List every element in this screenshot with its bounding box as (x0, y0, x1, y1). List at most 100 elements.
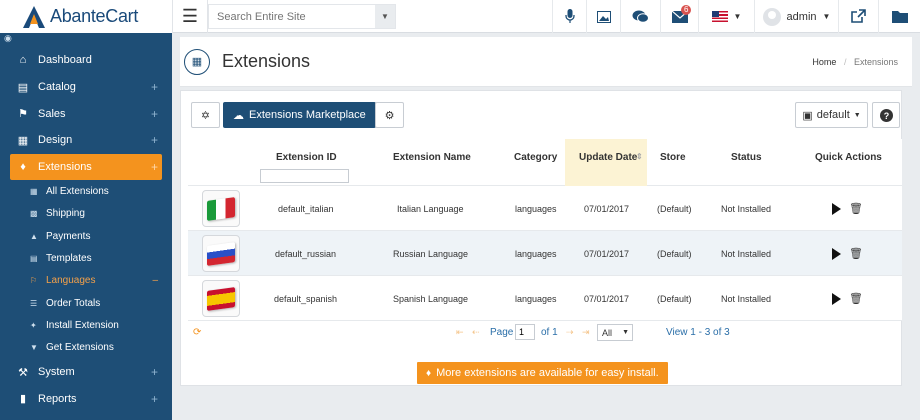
trash-icon[interactable]: 🗑 (849, 247, 863, 260)
files-button[interactable] (878, 0, 920, 33)
breadcrumb-home-link[interactable]: Home (812, 57, 836, 67)
caret-down-icon: ▼ (381, 12, 389, 21)
column-header-category[interactable]: Category (514, 152, 557, 163)
extension-id-filter-input[interactable] (260, 169, 349, 183)
sidebar-item-design[interactable]: ▦ Design + (0, 127, 172, 154)
sidebar-subitem-templates[interactable]: ▤ Templates (0, 247, 172, 269)
sidebar-subitem-shipping[interactable]: ▩ Shipping (0, 203, 172, 225)
puzzle-icon: ♦ (20, 161, 26, 174)
sidebar-subitem-install-extension[interactable]: ✦ Install Extension (0, 314, 172, 336)
hamburger-icon: ☰ (181, 6, 199, 26)
quick-actions: 🗑 (832, 186, 863, 231)
sidebar-subitem-all-extensions[interactable]: ▦ All Extensions (0, 180, 172, 202)
cta-area: ♦ More extensions are available for easy… (181, 357, 903, 387)
spanish-flag-icon (202, 280, 240, 317)
column-header-extension-name[interactable]: Extension Name (393, 152, 471, 163)
cell-extension-name: Russian Language (393, 248, 469, 259)
extensions-icon: ▦ (184, 48, 210, 75)
sidebar-item-label: Reports (38, 392, 77, 405)
cell-category: languages (515, 293, 557, 304)
search-input[interactable] (209, 5, 375, 28)
home-icon: ⌂ (19, 54, 27, 67)
sidebar-subitem-order-totals[interactable]: ☰ Order Totals (0, 292, 172, 314)
extensions-marketplace-button[interactable]: ☁ Extensions Marketplace (223, 102, 376, 128)
media-button[interactable] (586, 0, 620, 33)
sidebar-subitem-label: Install Extension (46, 319, 119, 331)
more-extensions-button[interactable]: ♦ More extensions are available for easy… (417, 362, 668, 384)
next-page-icon[interactable]: ⇢ (566, 327, 574, 338)
search-box: ▼ (208, 4, 396, 29)
extensions-panel: ✡ ☁ Extensions Marketplace ⚙ ▣ default ▼… (180, 90, 902, 386)
sidebar-collapse-toggle[interactable]: ◉ (0, 33, 172, 47)
caret-down-icon: ▼ (853, 111, 861, 119)
language-selector[interactable]: ▼ (698, 0, 754, 33)
first-page-icon[interactable]: ⇤ (456, 327, 464, 338)
store-selector[interactable]: ▣ default ▼ (795, 102, 868, 128)
column-header-extension-id[interactable]: Extension ID (276, 152, 337, 163)
list-icon: ☰ (30, 298, 38, 308)
abantecart-logo-icon (23, 5, 45, 28)
install-play-icon[interactable] (832, 202, 841, 215)
sidebar-item-label: Design (38, 134, 73, 147)
cell-status: Not Installed (721, 203, 772, 214)
italian-flag-icon (202, 190, 240, 227)
settings-button[interactable]: ⚙ (375, 102, 404, 128)
column-header-update-date[interactable]: Update Date (579, 152, 637, 163)
sidebar-subitem-label: Languages (46, 275, 96, 287)
page-number-input[interactable] (515, 324, 535, 340)
column-header-store[interactable]: Store (660, 152, 686, 163)
voice-search-button[interactable] (552, 0, 586, 33)
store-selector-value: default (816, 109, 850, 121)
expand-icon: + (150, 391, 158, 406)
install-play-icon[interactable] (832, 247, 841, 260)
puzzle-icon: ♦ (426, 367, 432, 379)
sidebar-item-extensions[interactable]: ♦ Extensions + (10, 153, 162, 181)
column-header-status[interactable]: Status (731, 152, 762, 163)
last-page-icon[interactable]: ⇥ (582, 327, 590, 338)
chat-button[interactable] (620, 0, 660, 33)
prev-page-icon[interactable]: ⇠ (472, 327, 480, 338)
sidebar-subitem-label: Shipping (46, 208, 85, 220)
sidebar-subitem-languages[interactable]: ⚐ Languages – (0, 270, 172, 292)
breadcrumb-current: Extensions (853, 56, 898, 67)
sidebar-subitem-get-extensions[interactable]: ▼ Get Extensions (0, 337, 172, 359)
table-row[interactable]: default_spanish Spanish Language languag… (188, 276, 902, 321)
open-storefront-button[interactable] (838, 0, 878, 33)
trash-icon[interactable]: 🗑 (849, 292, 863, 305)
messages-button[interactable]: 6 (660, 0, 698, 33)
table-row[interactable]: default_italian Italian Language languag… (188, 186, 902, 231)
sidebar-item-system[interactable]: ⚒ System + (0, 359, 172, 386)
menu-toggle-button[interactable]: ☰ (172, 0, 208, 33)
sidebar-item-reports[interactable]: ▮ Reports + (0, 386, 172, 413)
expand-icon: + (150, 365, 158, 380)
extensions-grid: Extension ID Extension Name Category Upd… (188, 139, 902, 345)
sidebar-item-catalog[interactable]: ▤ Catalog + (0, 74, 172, 101)
cell-category: languages (515, 248, 557, 259)
sync-button[interactable]: ✡ (191, 102, 220, 128)
page-header: ▦ Extensions Home / Extensions (180, 37, 912, 87)
install-play-icon[interactable] (832, 292, 841, 305)
cell-store: (Default) (657, 203, 692, 214)
help-button[interactable]: ? (872, 102, 900, 128)
cell-update-date: 07/01/2017 (584, 248, 630, 259)
rows-per-page-select[interactable]: All ▼ (597, 324, 633, 341)
folder-icon (891, 11, 908, 23)
sidebar-item-label: System (38, 366, 75, 379)
refresh-icon[interactable]: ⟳ (193, 327, 201, 338)
trash-icon[interactable]: 🗑 (849, 202, 863, 215)
main-content: ▦ Extensions Home / Extensions ✡ ☁ Exten… (172, 33, 920, 420)
table-row[interactable]: default_russian Russian Language languag… (188, 231, 902, 276)
sidebar-subitem-payments[interactable]: ▲ Payments (0, 225, 172, 247)
file-icon: ▦ (17, 134, 29, 147)
user-menu[interactable]: admin ▼ (754, 0, 838, 33)
sidebar-item-sales[interactable]: ⚑ Sales + (0, 100, 172, 127)
app-logo[interactable]: AbanteCart (0, 0, 172, 33)
cell-status: Not Installed (721, 248, 772, 259)
cell-extension-name: Spanish Language (393, 293, 469, 304)
grid-icon: ▦ (30, 187, 38, 197)
search-dropdown-button[interactable]: ▼ (375, 5, 395, 28)
caret-down-icon: ▼ (822, 12, 831, 21)
caret-down-icon: ▼ (733, 12, 742, 21)
sidebar-item-dashboard[interactable]: ⌂ Dashboard (0, 47, 172, 74)
sidebar-subitem-label: Order Totals (46, 297, 101, 309)
